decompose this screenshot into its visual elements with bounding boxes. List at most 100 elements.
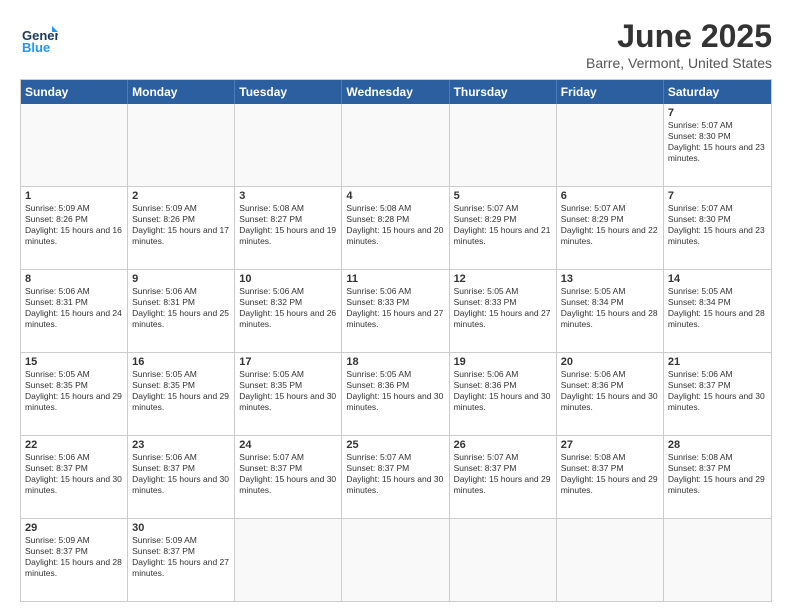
day-of-week-header: Tuesday <box>235 80 342 104</box>
day-number: 1 <box>25 190 123 202</box>
day-of-week-header: Thursday <box>450 80 557 104</box>
calendar-cell: 15Sunrise: 5:05 AM Sunset: 8:35 PM Dayli… <box>21 353 128 435</box>
day-number: 18 <box>346 356 444 368</box>
day-number: 3 <box>239 190 337 202</box>
cell-info: Sunrise: 5:05 AM Sunset: 8:35 PM Dayligh… <box>132 369 230 413</box>
day-number: 7 <box>668 107 767 119</box>
svg-text:Blue: Blue <box>22 40 50 55</box>
calendar-cell: 29Sunrise: 5:09 AM Sunset: 8:37 PM Dayli… <box>21 519 128 601</box>
cell-info: Sunrise: 5:08 AM Sunset: 8:27 PM Dayligh… <box>239 203 337 247</box>
day-of-week-header: Wednesday <box>342 80 449 104</box>
calendar-cell: 27Sunrise: 5:08 AM Sunset: 8:37 PM Dayli… <box>557 436 664 518</box>
day-number: 25 <box>346 439 444 451</box>
day-number: 10 <box>239 273 337 285</box>
calendar-cell <box>235 519 342 601</box>
day-number: 19 <box>454 356 552 368</box>
day-number: 11 <box>346 273 444 285</box>
day-number: 28 <box>668 439 767 451</box>
cell-info: Sunrise: 5:06 AM Sunset: 8:36 PM Dayligh… <box>561 369 659 413</box>
calendar-row: 1 Sunrise: 5:09 AM Sunset: 8:26 PM Daylig… <box>21 186 771 269</box>
day-number: 17 <box>239 356 337 368</box>
cell-info: Sunrise: 5:06 AM Sunset: 8:33 PM Dayligh… <box>346 286 444 330</box>
logo-area: General Blue <box>20 18 58 56</box>
cell-info: Sunrise: 5:05 AM Sunset: 8:34 PM Dayligh… <box>561 286 659 330</box>
calendar-cell: 7Sunrise: 5:07 AM Sunset: 8:30 PM Daylig… <box>664 187 771 269</box>
page: General Blue June 2025 Barre, Vermont, U… <box>0 0 792 612</box>
day-number: 16 <box>132 356 230 368</box>
cell-info: Sunrise: 5:05 AM Sunset: 8:35 PM Dayligh… <box>25 369 123 413</box>
cell-info: Sunrise: 5:09 AM Sunset: 8:37 PM Dayligh… <box>25 535 123 579</box>
day-number: 20 <box>561 356 659 368</box>
cell-info: Sunrise: 5:06 AM Sunset: 8:31 PM Dayligh… <box>25 286 123 330</box>
calendar-cell: 2Sunrise: 5:09 AM Sunset: 8:26 PM Daylig… <box>128 187 235 269</box>
calendar-cell <box>557 519 664 601</box>
day-number: 26 <box>454 439 552 451</box>
calendar-cell: 17Sunrise: 5:05 AM Sunset: 8:35 PM Dayli… <box>235 353 342 435</box>
calendar-cell <box>342 519 449 601</box>
calendar-cell: 21Sunrise: 5:06 AM Sunset: 8:37 PM Dayli… <box>664 353 771 435</box>
day-of-week-header: Monday <box>128 80 235 104</box>
cell-info: Sunrise: 5:05 AM Sunset: 8:35 PM Dayligh… <box>239 369 337 413</box>
calendar-cell: 19Sunrise: 5:06 AM Sunset: 8:36 PM Dayli… <box>450 353 557 435</box>
day-number: 13 <box>561 273 659 285</box>
cell-info: Sunrise: 5:08 AM Sunset: 8:37 PM Dayligh… <box>561 452 659 496</box>
calendar-cell: 3Sunrise: 5:08 AM Sunset: 8:27 PM Daylig… <box>235 187 342 269</box>
day-number: 5 <box>454 190 552 202</box>
calendar-cell <box>342 104 449 186</box>
calendar-cell: 4Sunrise: 5:08 AM Sunset: 8:28 PM Daylig… <box>342 187 449 269</box>
cell-info: Sunrise: 5:07 AM Sunset: 8:37 PM Dayligh… <box>239 452 337 496</box>
calendar-cell: 5Sunrise: 5:07 AM Sunset: 8:29 PM Daylig… <box>450 187 557 269</box>
cell-info: Sunrise: 5:06 AM Sunset: 8:37 PM Dayligh… <box>25 452 123 496</box>
calendar-cell: 11Sunrise: 5:06 AM Sunset: 8:33 PM Dayli… <box>342 270 449 352</box>
calendar-cell: 7Sunrise: 5:07 AM Sunset: 8:30 PM Daylig… <box>664 104 771 186</box>
cell-info: Sunrise: 5:09 AM Sunset: 8:37 PM Dayligh… <box>132 535 230 579</box>
calendar-row: 7Sunrise: 5:07 AM Sunset: 8:30 PM Daylig… <box>21 104 771 186</box>
cell-info: Sunrise: 5:07 AM Sunset: 8:29 PM Dayligh… <box>561 203 659 247</box>
day-number: 27 <box>561 439 659 451</box>
cell-info: Sunrise: 5:05 AM Sunset: 8:33 PM Dayligh… <box>454 286 552 330</box>
calendar-row: 22Sunrise: 5:06 AM Sunset: 8:37 PM Dayli… <box>21 435 771 518</box>
calendar-cell: 8Sunrise: 5:06 AM Sunset: 8:31 PM Daylig… <box>21 270 128 352</box>
day-number: 30 <box>132 522 230 534</box>
day-number: 6 <box>561 190 659 202</box>
cell-info: Sunrise: 5:07 AM Sunset: 8:37 PM Dayligh… <box>346 452 444 496</box>
calendar-cell <box>235 104 342 186</box>
day-number: 12 <box>454 273 552 285</box>
day-number: 24 <box>239 439 337 451</box>
calendar-header: SundayMondayTuesdayWednesdayThursdayFrid… <box>21 80 771 104</box>
calendar-cell: 24Sunrise: 5:07 AM Sunset: 8:37 PM Dayli… <box>235 436 342 518</box>
logo-icon: General Blue <box>20 18 58 56</box>
cell-info: Sunrise: 5:09 AM Sunset: 8:26 PM Dayligh… <box>132 203 230 247</box>
calendar-cell: 26Sunrise: 5:07 AM Sunset: 8:37 PM Dayli… <box>450 436 557 518</box>
calendar-cell: 22Sunrise: 5:06 AM Sunset: 8:37 PM Dayli… <box>21 436 128 518</box>
cell-info: Sunrise: 5:06 AM Sunset: 8:31 PM Dayligh… <box>132 286 230 330</box>
cell-info: Sunrise: 5:06 AM Sunset: 8:37 PM Dayligh… <box>668 369 767 413</box>
calendar-row: 8Sunrise: 5:06 AM Sunset: 8:31 PM Daylig… <box>21 269 771 352</box>
calendar-cell <box>21 104 128 186</box>
cell-info: Sunrise: 5:07 AM Sunset: 8:30 PM Dayligh… <box>668 203 767 247</box>
calendar-cell: 28Sunrise: 5:08 AM Sunset: 8:37 PM Dayli… <box>664 436 771 518</box>
calendar-cell: 9Sunrise: 5:06 AM Sunset: 8:31 PM Daylig… <box>128 270 235 352</box>
calendar-row: 15Sunrise: 5:05 AM Sunset: 8:35 PM Dayli… <box>21 352 771 435</box>
cell-info: Sunrise: 5:06 AM Sunset: 8:37 PM Dayligh… <box>132 452 230 496</box>
location-title: Barre, Vermont, United States <box>586 55 772 71</box>
cell-info: Sunrise: 5:07 AM Sunset: 8:37 PM Dayligh… <box>454 452 552 496</box>
day-number: 23 <box>132 439 230 451</box>
day-number: 2 <box>132 190 230 202</box>
day-number: 14 <box>668 273 767 285</box>
title-area: June 2025 Barre, Vermont, United States <box>586 18 772 71</box>
day-number: 15 <box>25 356 123 368</box>
calendar-cell <box>664 519 771 601</box>
calendar-cell <box>557 104 664 186</box>
day-number: 29 <box>25 522 123 534</box>
day-number: 4 <box>346 190 444 202</box>
month-title: June 2025 <box>586 18 772 55</box>
calendar-cell <box>128 104 235 186</box>
calendar-cell: 18Sunrise: 5:05 AM Sunset: 8:36 PM Dayli… <box>342 353 449 435</box>
calendar-cell: 23Sunrise: 5:06 AM Sunset: 8:37 PM Dayli… <box>128 436 235 518</box>
cell-info: Sunrise: 5:08 AM Sunset: 8:37 PM Dayligh… <box>668 452 767 496</box>
day-number: 8 <box>25 273 123 285</box>
cell-info: Sunrise: 5:05 AM Sunset: 8:36 PM Dayligh… <box>346 369 444 413</box>
calendar-cell: 30Sunrise: 5:09 AM Sunset: 8:37 PM Dayli… <box>128 519 235 601</box>
calendar-cell: 6Sunrise: 5:07 AM Sunset: 8:29 PM Daylig… <box>557 187 664 269</box>
